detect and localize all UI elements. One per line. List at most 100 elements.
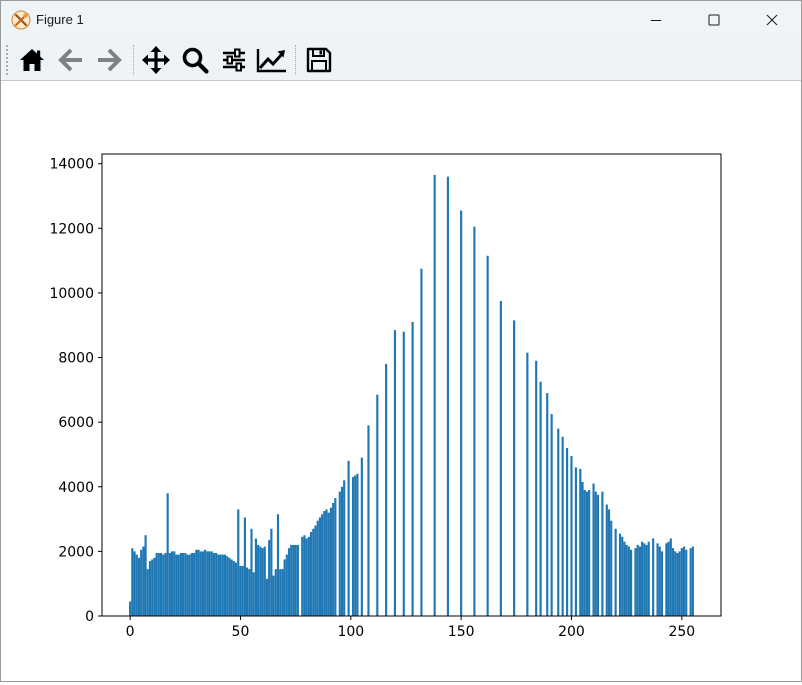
histogram-bar [539, 381, 542, 616]
histogram-bar [162, 554, 165, 616]
home-button[interactable] [15, 43, 49, 77]
edit-axis-button[interactable] [255, 43, 289, 77]
histogram-bar [535, 360, 538, 616]
histogram-bar [676, 553, 679, 616]
histogram-bar [680, 548, 683, 616]
histogram-bar [153, 557, 156, 616]
histogram-bar [166, 493, 169, 616]
histogram-bar [566, 448, 569, 616]
histogram-bar [607, 509, 611, 616]
histogram-bar [638, 546, 641, 616]
histogram-bar [193, 553, 196, 616]
histogram-bar [334, 498, 337, 616]
histogram-bar [596, 494, 600, 616]
histogram-bar [285, 554, 288, 616]
histogram-bar [226, 556, 229, 616]
histogram-bar [557, 428, 560, 616]
histogram-bar [148, 561, 152, 616]
zoom-button[interactable] [178, 43, 212, 77]
line-chart-icon [256, 49, 286, 73]
histogram-bar [219, 554, 222, 616]
histogram-bar [550, 414, 553, 616]
toolbar-separator [295, 45, 296, 75]
minimize-button[interactable] [627, 1, 685, 39]
arrow-left-icon [58, 48, 82, 72]
histogram-bar [228, 557, 231, 616]
y-tick-label: 14000 [49, 157, 94, 173]
minimize-icon [651, 20, 661, 21]
histogram-bar [290, 544, 293, 616]
move-icon [142, 46, 170, 74]
histogram-bar [614, 528, 617, 616]
histogram-bar [175, 554, 178, 616]
histogram-bar [296, 544, 299, 616]
histogram-bar [652, 538, 655, 616]
histogram-bar [658, 546, 661, 616]
histogram-bar [601, 491, 604, 616]
histogram-bar [645, 544, 648, 616]
y-tick-label: 8000 [58, 351, 94, 367]
close-button[interactable] [743, 1, 801, 39]
histogram-bar [201, 551, 205, 616]
histogram-bar [206, 551, 209, 616]
histogram-bar [561, 436, 564, 616]
histogram-bar [660, 551, 664, 616]
histogram-bar [526, 352, 529, 616]
histogram-bar [157, 553, 160, 616]
histogram-bar [197, 549, 200, 616]
histogram-bar [685, 549, 688, 616]
maximize-button[interactable] [685, 1, 743, 39]
histogram-bar [323, 511, 326, 616]
histogram-bar [274, 569, 277, 616]
home-icon [20, 49, 44, 71]
histogram-bar [570, 456, 573, 616]
histogram-bar [665, 543, 668, 616]
figure-canvas[interactable]: 0 50 100 150 200 250 0 2000 4000 6000 8000 10000 120… [2, 81, 801, 681]
y-tick-label: 0 [85, 609, 94, 625]
histogram-bar [204, 549, 207, 616]
histogram-bar [579, 469, 582, 616]
histogram-bar [155, 553, 158, 616]
histogram-bar [605, 504, 608, 616]
save-button[interactable] [302, 43, 336, 77]
histogram-bar [634, 548, 637, 616]
histogram-bar [294, 544, 297, 616]
histogram-bar [647, 541, 650, 616]
histogram-bar [310, 532, 313, 616]
histogram-bar [338, 491, 341, 616]
histogram-bar [433, 175, 436, 616]
forward-button[interactable] [92, 43, 126, 77]
histogram-bar [325, 509, 328, 616]
histogram-bar [356, 473, 359, 616]
histogram-bar [281, 569, 284, 616]
histogram-bar [270, 528, 273, 616]
histogram-bar [292, 544, 295, 616]
histogram-bar [581, 481, 584, 616]
app-icon [11, 10, 31, 30]
histogram-bar [671, 548, 675, 616]
toolbar-grip[interactable] [6, 45, 8, 75]
configure-subplots-button[interactable] [217, 43, 251, 77]
histogram-bar [261, 548, 264, 616]
histogram-bar [232, 561, 235, 616]
arrow-right-icon [98, 48, 122, 72]
histogram-bar [307, 536, 310, 616]
title-bar[interactable]: Figure 1 [1, 1, 801, 39]
x-tick-label: 150 [448, 624, 475, 640]
window-title: Figure 1 [36, 12, 84, 27]
histogram-bar [321, 514, 324, 616]
back-button[interactable] [54, 43, 88, 77]
histogram-bar [411, 322, 414, 616]
histogram-bar [585, 491, 589, 616]
histogram-bar [347, 460, 350, 616]
histogram-bar [144, 535, 147, 616]
pan-button[interactable] [139, 43, 173, 77]
histogram-bar [190, 553, 193, 616]
x-tick-label: 100 [337, 624, 364, 640]
histogram-bar [250, 528, 253, 616]
x-tick-label: 50 [232, 624, 250, 640]
histogram-bar [594, 491, 597, 616]
histogram-bar [186, 554, 189, 616]
histogram-bar [142, 546, 145, 616]
histogram-bar [592, 483, 595, 616]
